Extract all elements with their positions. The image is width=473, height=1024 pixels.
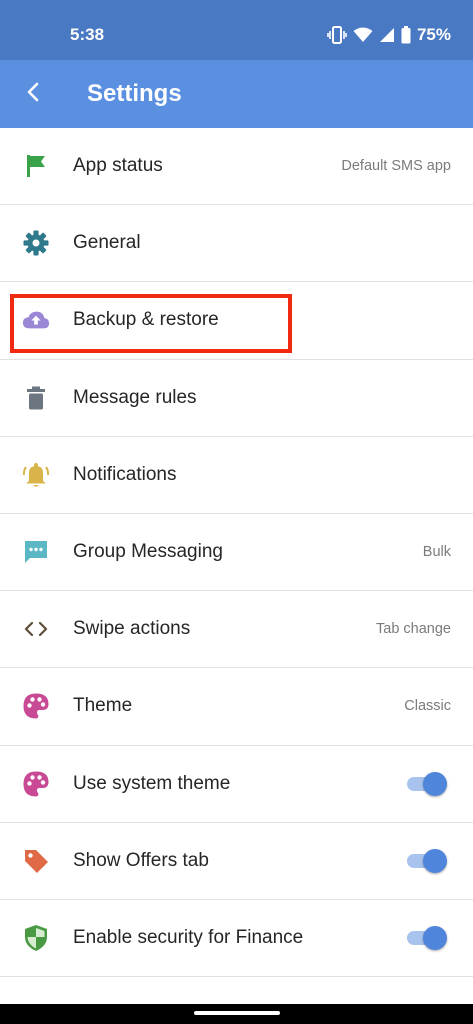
- settings-item-label: Group Messaging: [73, 541, 223, 563]
- settings-item-label: Show Offers tab: [73, 849, 209, 871]
- code-arrows-icon: [22, 615, 50, 643]
- settings-item-message-rules[interactable]: Message rules: [0, 360, 473, 437]
- settings-list: App status Default SMS app General Backu…: [0, 128, 473, 978]
- settings-item-value: Bulk: [422, 544, 451, 561]
- palette-icon: [22, 770, 50, 798]
- settings-item-use-system-theme[interactable]: Use system theme: [0, 746, 473, 823]
- gear-icon: [22, 229, 50, 257]
- shield-icon: [22, 924, 50, 952]
- toggle-thumb: [423, 771, 447, 796]
- vibrate-icon: [327, 26, 347, 44]
- signal-icon: [379, 27, 395, 43]
- toggle-thumb: [423, 925, 447, 950]
- flag-icon: [22, 152, 50, 180]
- home-indicator[interactable]: [194, 1011, 280, 1015]
- toggle-thumb: [423, 848, 447, 873]
- wifi-icon: [353, 27, 373, 43]
- settings-item-theme[interactable]: Theme Classic: [0, 668, 473, 746]
- app-bar: Settings: [0, 60, 473, 128]
- settings-item-label: Backup & restore: [73, 309, 219, 331]
- settings-item-backup-restore[interactable]: Backup & restore: [0, 282, 473, 360]
- chat-icon: [22, 538, 50, 566]
- settings-item-value: Tab change: [376, 621, 451, 638]
- settings-item-label: Swipe actions: [73, 618, 191, 640]
- settings-item-value: Classic: [404, 698, 451, 715]
- cloud-upload-icon: [22, 306, 50, 334]
- settings-item-label: Message rules: [73, 386, 197, 408]
- settings-item-label: Theme: [73, 695, 133, 717]
- system-theme-toggle[interactable]: [407, 771, 447, 796]
- settings-item-label: Notifications: [73, 463, 177, 485]
- settings-item-notifications[interactable]: Notifications: [0, 437, 473, 514]
- settings-item-finance-security[interactable]: Enable security for Finance: [0, 900, 473, 978]
- trash-icon: [22, 384, 50, 412]
- settings-item-show-offers-tab[interactable]: Show Offers tab: [0, 823, 473, 900]
- settings-item-label: App status: [73, 155, 163, 177]
- settings-item-label: General: [73, 232, 141, 254]
- tag-icon: [22, 847, 50, 875]
- settings-item-label: Enable security for Finance: [73, 926, 304, 948]
- offers-tab-toggle[interactable]: [407, 848, 447, 873]
- settings-item-swipe-actions[interactable]: Swipe actions Tab change: [0, 591, 473, 669]
- palette-icon: [22, 692, 50, 720]
- settings-item-label: Use system theme: [73, 772, 231, 794]
- bell-icon: [22, 461, 50, 489]
- chevron-left-icon: [23, 81, 45, 108]
- status-bar: 5:38 75%: [0, 0, 473, 60]
- page-title: Settings: [87, 80, 182, 107]
- battery-icon: [401, 26, 411, 44]
- back-button[interactable]: [14, 74, 54, 114]
- finance-security-toggle[interactable]: [407, 925, 447, 950]
- settings-item-app-status[interactable]: App status Default SMS app: [0, 128, 473, 206]
- battery-percent: 75%: [416, 25, 451, 44]
- settings-item-general[interactable]: General: [0, 205, 473, 283]
- status-icons: 75%: [327, 24, 451, 46]
- settings-item-group-messaging[interactable]: Group Messaging Bulk: [0, 514, 473, 592]
- status-time: 5:38: [70, 25, 105, 44]
- navigation-bar: [0, 1004, 473, 1024]
- settings-item-value: Default SMS app: [341, 158, 451, 175]
